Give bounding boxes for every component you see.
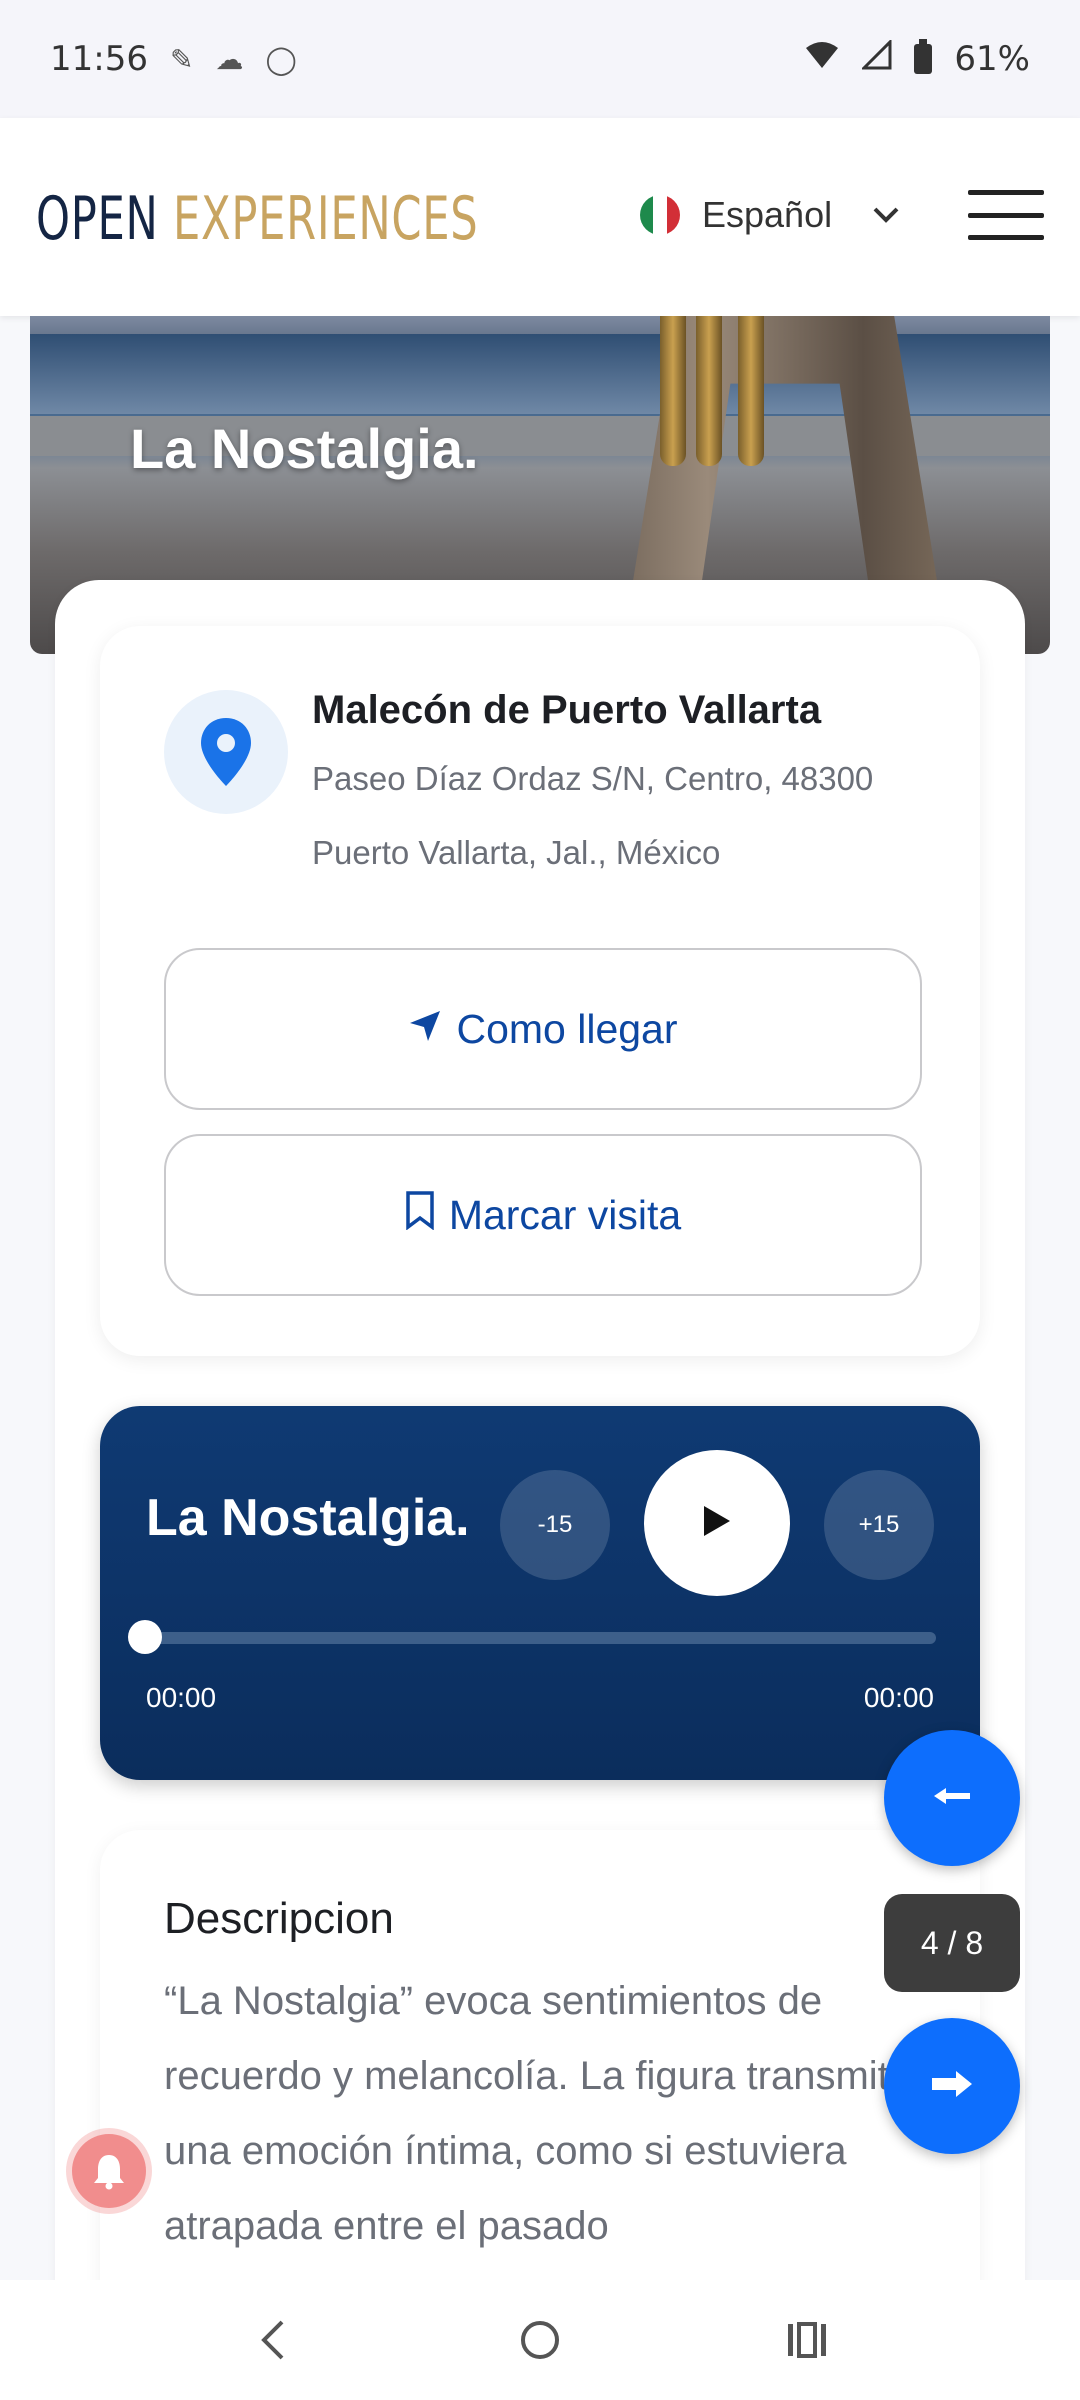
next-button[interactable] (884, 2018, 1020, 2154)
notification-bell-icon[interactable] (72, 2134, 146, 2208)
location-address-line1: Paseo Díaz Ordaz S/N, Centro, 48300 (312, 760, 874, 797)
location-card: Malecón de Puerto Vallarta Paseo Díaz Or… (100, 626, 980, 1356)
site-logo[interactable]: OPEN EXPERIENCES (36, 184, 478, 254)
mexico-flag-icon (640, 195, 680, 235)
hero-title: La Nostalgia. (130, 417, 479, 480)
arrow-right-icon (930, 2069, 974, 2104)
location-pin-icon (164, 690, 288, 814)
bookmark-icon (405, 1190, 435, 1240)
status-time: 11:56 (50, 39, 148, 79)
language-label: Español (702, 194, 833, 235)
duration-time: 00:00 (863, 1682, 934, 1713)
progress-thumb[interactable] (128, 1620, 162, 1654)
directions-button[interactable]: Como llegar (164, 948, 922, 1110)
circle-app-icon: ◯ (265, 42, 297, 76)
site-header: OPEN EXPERIENCES Español (0, 118, 1080, 316)
location-name: Malecón de Puerto Vallarta (312, 688, 822, 732)
mark-visit-label: Marcar visita (448, 1191, 682, 1238)
battery-icon (914, 39, 933, 74)
logo-open-text: OPEN (36, 184, 159, 254)
cell-signal-icon (860, 38, 892, 79)
play-icon (702, 1504, 732, 1543)
navigation-arrow-icon (408, 1006, 442, 1053)
page-counter: 4 / 8 (884, 1894, 1020, 1992)
skip-forward-button[interactable]: +15 (824, 1470, 934, 1580)
mark-visit-button[interactable]: Marcar visita (164, 1134, 922, 1296)
logo-experiences-text: EXPERIENCES (173, 184, 479, 254)
back-nav-icon[interactable] (233, 2300, 313, 2380)
language-selector[interactable]: Español (640, 194, 900, 236)
system-nav-bar (0, 2280, 1080, 2400)
directions-label: Como llegar (456, 1005, 678, 1052)
status-bar: 11:56 ✎ ☁ ◯ 61% (0, 0, 1080, 118)
previous-button[interactable] (884, 1730, 1020, 1866)
description-text: “La Nostalgia” evoca sentimientos de rec… (164, 1979, 912, 2248)
audio-player: La Nostalgia. -15 +15 00:00 00:00 (100, 1406, 980, 1780)
menu-icon[interactable] (968, 190, 1044, 240)
cloud-icon: ☁ (215, 42, 244, 76)
player-title: La Nostalgia. (146, 1489, 470, 1547)
location-address-line2: Puerto Vallarta, Jal., México (312, 834, 721, 871)
sculpture-figure (660, 316, 780, 466)
signal-notification-icon: ✎ (169, 42, 194, 76)
wifi-icon (804, 39, 840, 79)
current-time: 00:00 (146, 1682, 217, 1713)
progress-track[interactable] (146, 1632, 936, 1644)
play-button[interactable] (644, 1450, 790, 1596)
skip-back-button[interactable]: -15 (500, 1470, 610, 1580)
description-title: Descripcion (164, 1894, 394, 1943)
recents-nav-icon[interactable] (767, 2300, 847, 2380)
chevron-down-icon (872, 200, 900, 231)
home-nav-icon[interactable] (500, 2300, 580, 2380)
arrow-left-icon (932, 1786, 972, 1811)
battery-percent: 61% (954, 39, 1030, 79)
